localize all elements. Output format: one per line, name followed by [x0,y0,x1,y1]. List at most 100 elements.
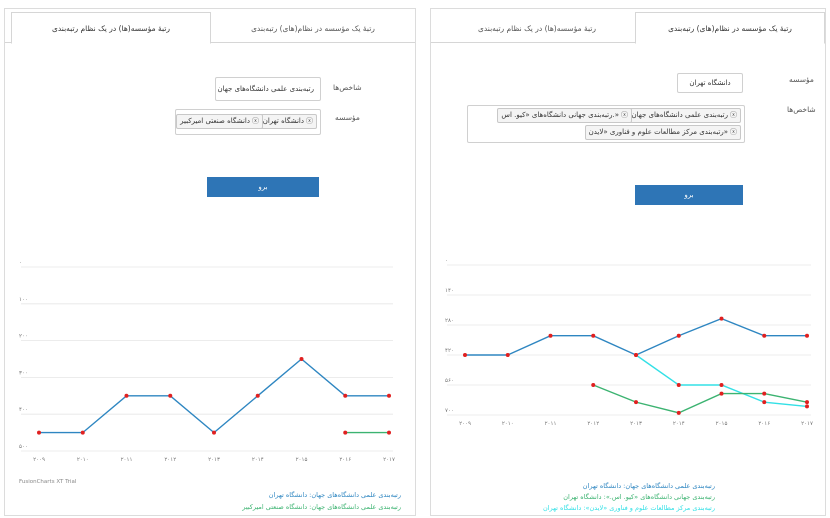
data-point[interactable] [124,393,129,398]
y-tick-label: ۴۰۰ [19,407,28,413]
right-panel: رتبهٔ مؤسسه(ها) در یک نظام رتبه‌بندی رتب… [430,8,826,516]
data-point[interactable] [80,430,85,435]
x-tick-label: ۲۰۱۲ [164,457,176,463]
data-point[interactable] [719,316,724,321]
y-tick-label: ۰ [19,260,22,266]
remove-icon[interactable]: ⓧ [252,117,259,125]
legend-item: رتبه‌بندی علمی دانشگاه‌های جهان: دانشگاه… [242,503,401,511]
x-tick-label: ۲۰۱۶ [758,421,770,427]
y-tick-label: ۳۰۰ [19,370,28,376]
remove-icon[interactable]: ⓧ [730,111,737,119]
remove-icon[interactable]: ⓧ [621,111,628,119]
data-point[interactable] [548,333,553,338]
y-tick-label: ۱۴۰ [445,288,454,294]
chip-label: دانشگاه صنعتی امیرکبیر [180,117,250,125]
legend-item: رتبه‌بندی علمی دانشگاه‌های جهان: دانشگاه… [582,482,715,490]
chip-leiden[interactable]: رتبه‌بندی مرکز مطالعات علوم و فناوری «لا… [584,125,741,140]
series-line [39,358,389,434]
x-tick-label: ۲۰۱۷ [383,457,395,463]
data-point[interactable] [676,383,681,387]
data-point[interactable] [591,383,596,387]
chip-arwu[interactable]: رتبه‌بندی علمی دانشگاه‌های جهان ⓧ [627,108,741,123]
data-point[interactable] [676,410,681,415]
institution-multiselect[interactable]: دانشگاه تهران ⓧ دانشگاه صنعتی امیرکبیر ⓧ [175,109,321,135]
x-tick-label: ۲۰۰۹ [33,457,45,463]
indicator-label: شاخص‌ها [787,105,816,114]
data-point[interactable] [719,391,724,396]
indicator-label: شاخص‌ها [333,83,362,92]
x-tick-label: ۲۰۱۰ [502,421,514,427]
x-tick-label: ۲۰۱۵ [296,457,308,463]
data-point[interactable] [505,353,510,357]
x-tick-label: ۲۰۱۲ [587,421,599,427]
data-point[interactable] [299,357,304,361]
y-tick-label: ۷۰۰ [445,408,454,414]
institution-select[interactable]: دانشگاه تهران [677,73,743,93]
data-point[interactable] [719,383,724,387]
tab-institution-in-rankings[interactable]: رتبهٔ یک مؤسسه در نظام(های) رتبه‌بندی [635,12,825,44]
data-point[interactable] [168,393,173,398]
data-point[interactable] [387,430,391,435]
x-tick-label: ۲۰۱۶ [339,457,351,463]
y-tick-label: ۱۰۰ [19,297,28,303]
data-point[interactable] [255,393,260,398]
institution-label: مؤسسه [789,75,814,84]
x-tick-label: ۲۰۱۱ [545,421,557,427]
data-point[interactable] [762,391,767,396]
line-chart: ۰ ۱۰۰ ۲۰۰ ۳۰۰ ۴۰۰ ۵۰۰ ۲۰۰۹ ۲۰۱۰ ۲۰۱۱ ۲۰۱۲ ۲۰۱۳ ۲۰۱۴… [19,260,395,463]
chip-label: رتبه‌بندی جهانی دانشگاه‌های «کیو. اس.» [501,111,619,119]
legend-item: رتبه‌بندی علمی دانشگاه‌های جهان: دانشگاه… [268,491,401,499]
x-tick-label: ۲۰۱۳ [630,421,642,427]
series-line [465,317,807,356]
remove-icon[interactable]: ⓧ [730,128,737,136]
data-point[interactable] [676,333,681,338]
data-point[interactable] [762,333,767,338]
y-tick-label: ۴۲۰ [445,348,454,354]
tab-institutions-in-ranking[interactable]: رتبهٔ مؤسسه(ها) در یک نظام رتبه‌بندی [441,12,633,43]
chip-label: دانشگاه تهران [262,117,304,125]
data-point[interactable] [37,430,41,435]
x-tick-label: ۲۰۱۴ [673,421,685,427]
x-tick-label: ۲۰۱۴ [252,457,264,463]
y-tick-label: ۲۸۰ [445,318,454,324]
tab-bar: رتبهٔ مؤسسه(ها) در یک نظام رتبه‌بندی رتب… [431,9,825,44]
x-tick-label: ۲۰۱۳ [208,457,220,463]
line-chart: ۰ ۱۴۰ ۲۸۰ ۴۲۰ ۵۶۰ ۷۰۰ ۲۰۰۹ ۲۰۱۰ ۲۰۱۱ ۲۰۱۲ ۲۰۱۳ ۲۰۱۴… [445,258,813,427]
fusioncharts-trial-label: FusionCharts XT Trial [19,479,77,485]
x-tick-label: ۲۰۱۰ [77,457,89,463]
chip-qs[interactable]: رتبه‌بندی جهانی دانشگاه‌های «کیو. اس.» ⓧ [497,108,632,123]
tab-institution-in-rankings[interactable]: رتبهٔ یک مؤسسه در نظام(های) رتبه‌بندی [213,12,413,43]
data-point[interactable] [591,333,596,338]
data-point[interactable] [463,353,467,357]
data-point[interactable] [343,393,348,398]
data-point[interactable] [805,400,809,405]
x-tick-label: ۲۰۱۷ [801,421,813,427]
data-point[interactable] [634,353,638,357]
legend-item: رتبه‌بندی مرکز مطالعات علوم و فناوری «لا… [542,504,715,512]
data-point[interactable] [387,393,391,398]
y-tick-label: ۵۶۰ [445,378,454,384]
institution-label: مؤسسه [335,113,360,122]
data-point[interactable] [762,400,767,405]
left-panel: رتبهٔ مؤسسه(ها) در یک نظام رتبه‌بندی رتب… [4,8,416,516]
data-point[interactable] [805,404,809,409]
y-tick-label: ۲۰۰ [19,334,28,340]
series-line [635,354,808,408]
indicator-select[interactable]: رتبه‌بندی علمی دانشگاه‌های جهان [215,77,321,101]
tab-bar: رتبهٔ مؤسسه(ها) در یک نظام رتبه‌بندی رتب… [5,9,415,44]
data-point[interactable] [634,400,638,405]
submit-button[interactable]: برو [635,185,743,205]
chip-tehran[interactable]: دانشگاه تهران ⓧ [258,114,317,129]
chip-label: رتبه‌بندی علمی دانشگاه‌های جهان [631,111,728,119]
data-point[interactable] [212,430,216,435]
legend-item: رتبه‌بندی جهانی دانشگاه‌های «کیو. اس.»: … [563,493,715,501]
chip-amirkabir[interactable]: دانشگاه صنعتی امیرکبیر ⓧ [176,114,263,129]
indicator-multiselect[interactable]: رتبه‌بندی علمی دانشگاه‌های جهان ⓧ رتبه‌بن… [467,105,745,143]
data-point[interactable] [805,333,809,338]
submit-button[interactable]: برو [207,177,319,197]
remove-icon[interactable]: ⓧ [306,117,313,125]
x-tick-label: ۲۰۱۵ [716,421,728,427]
data-point[interactable] [343,430,348,435]
y-tick-label: ۰ [445,258,448,264]
tab-institutions-in-ranking[interactable]: رتبهٔ مؤسسه(ها) در یک نظام رتبه‌بندی [11,12,211,44]
